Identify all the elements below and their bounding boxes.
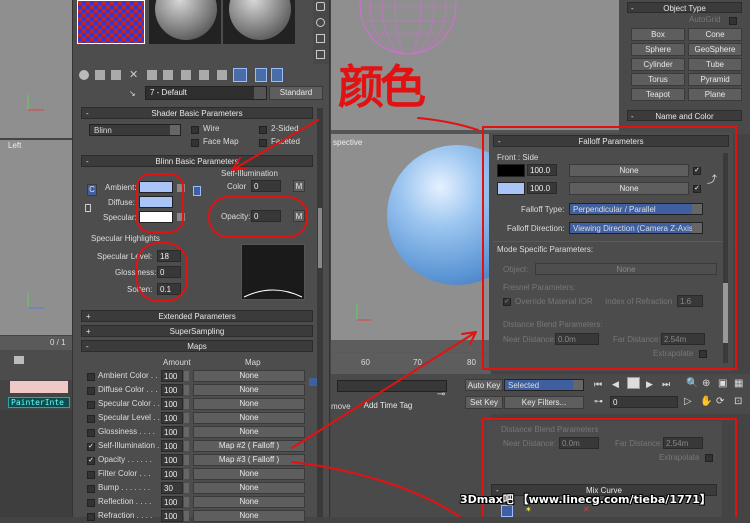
watermark: 3Dmax吧 【www.linecg.com/tieba/1771】	[460, 493, 711, 506]
annotation-arrows	[231, 117, 479, 517]
